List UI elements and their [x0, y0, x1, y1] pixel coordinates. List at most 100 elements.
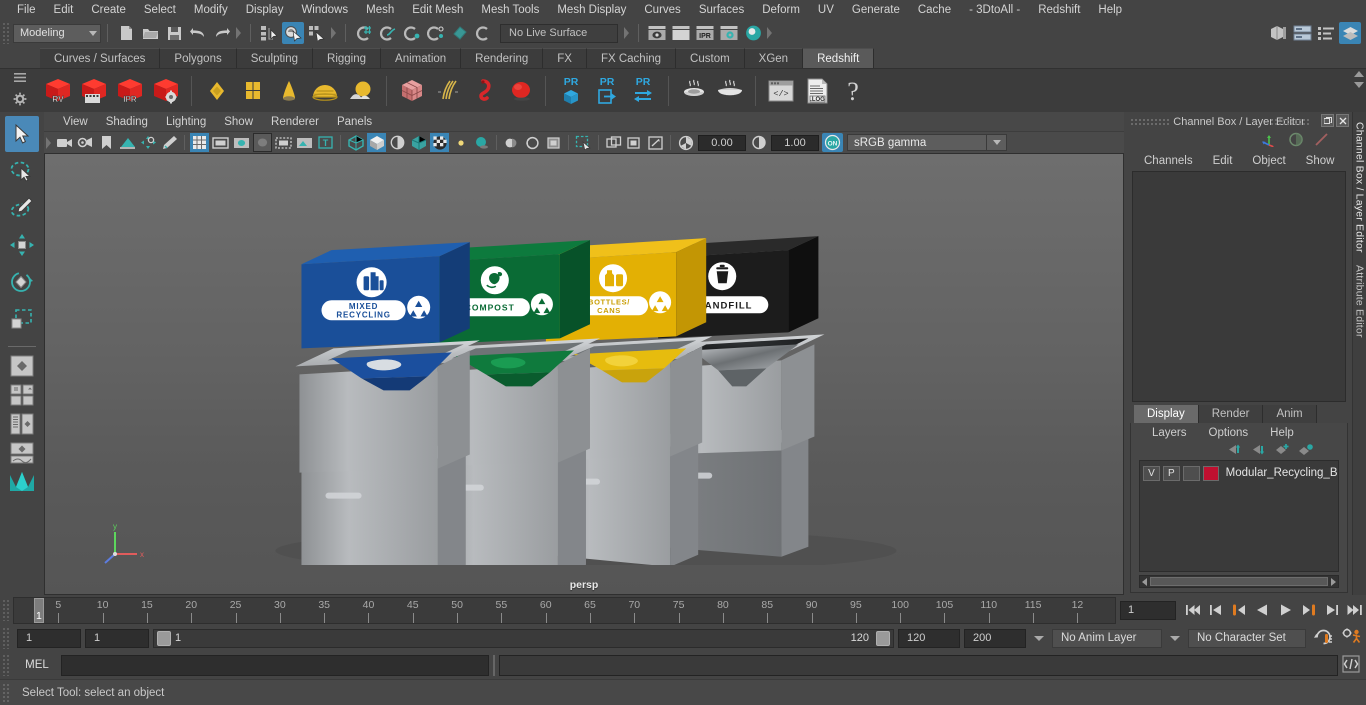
shelf-button-redshift-bake-set[interactable]	[677, 72, 711, 110]
shelf-tab-rigging[interactable]: Rigging	[313, 48, 382, 68]
scrollbar-thumb[interactable]	[1150, 577, 1328, 586]
layer-menu-layers[interactable]: Layers	[1141, 427, 1198, 439]
layer-visibility-toggle[interactable]: V	[1143, 465, 1160, 481]
scroll-down-icon[interactable]	[1354, 82, 1364, 88]
render-settings-icon[interactable]	[718, 22, 740, 44]
script-editor-icon[interactable]	[1342, 654, 1360, 676]
status-line-gripper[interactable]	[2, 22, 10, 44]
step-forward-keyframe-button[interactable]	[1320, 599, 1343, 621]
shelf-tab-curves-surfaces[interactable]: Curves / Surfaces	[40, 48, 161, 68]
screen-space-ao-icon[interactable]	[472, 133, 491, 152]
shelf-scroll-arrows[interactable]	[1354, 71, 1364, 88]
layer-list-horizontal-scrollbar[interactable]	[1139, 575, 1339, 588]
scroll-right-icon[interactable]	[1331, 577, 1336, 586]
shelf-tab-fx[interactable]: FX	[543, 48, 587, 68]
collapse-section-arrow[interactable]	[44, 134, 54, 152]
menu-help[interactable]: Help	[1089, 2, 1131, 18]
menu-display[interactable]: Display	[237, 2, 293, 18]
color-management-toggle-icon[interactable]: ON	[822, 133, 843, 152]
shelf-button-redshift-ipr-render[interactable]: IPR	[113, 72, 147, 110]
chevron-down-icon[interactable]	[1034, 635, 1044, 641]
shelf-button-redshift-render-sequence[interactable]	[77, 72, 111, 110]
command-language-label[interactable]: MEL	[13, 659, 61, 671]
range-slider-gripper[interactable]	[2, 627, 10, 649]
render-current-frame-icon[interactable]	[670, 22, 692, 44]
shelf-button-redshift-environment[interactable]	[344, 72, 378, 110]
wireframe-icon[interactable]	[346, 133, 365, 152]
step-back-keyframe-button[interactable]	[1205, 599, 1228, 621]
layer-tab-render[interactable]: Render	[1198, 405, 1264, 423]
color-management-dropdown-arrow[interactable]	[987, 134, 1007, 151]
menu-modify[interactable]: Modify	[185, 2, 237, 18]
shelf-button-redshift-dome-light[interactable]	[308, 72, 342, 110]
make-live-icon[interactable]	[473, 22, 495, 44]
play-backwards-button[interactable]	[1251, 599, 1274, 621]
select-by-object-icon[interactable]	[282, 22, 304, 44]
persp-graph-layout[interactable]	[5, 440, 39, 466]
menu-uv[interactable]: UV	[809, 2, 843, 18]
color-management-select[interactable]: sRGB gamma	[847, 134, 987, 151]
shelf-button-redshift-sphere[interactable]	[503, 72, 537, 110]
shelf-button-redshift-hair[interactable]	[431, 72, 465, 110]
shaded-wireframe-icon[interactable]	[388, 133, 407, 152]
shelf-button-redshift-bake-all[interactable]	[713, 72, 747, 110]
motion-blur-icon[interactable]	[502, 133, 521, 152]
shelf-button-redshift-render-settings[interactable]	[149, 72, 183, 110]
menu-set-selector[interactable]: Modeling	[13, 23, 101, 43]
menu-cache[interactable]: Cache	[909, 2, 960, 18]
animation-start-time-field[interactable]: 1	[17, 628, 81, 648]
viewport-menu-lighting[interactable]: Lighting	[157, 115, 215, 129]
viewport-menu-panels[interactable]: Panels	[328, 115, 381, 129]
command-line-gripper[interactable]	[2, 654, 10, 676]
shelf-tab-animation[interactable]: Animation	[381, 48, 462, 68]
snap-to-projected-center-icon[interactable]	[425, 22, 447, 44]
viewport-menu-view[interactable]: View	[54, 115, 97, 129]
range-start-time-field[interactable]: 1	[85, 628, 149, 648]
step-back-frame-button[interactable]	[1228, 599, 1251, 621]
range-end-time-field[interactable]: 120	[898, 628, 960, 648]
duplicate-view-icon[interactable]	[604, 133, 623, 152]
undo-icon[interactable]	[187, 22, 209, 44]
text-overlay-icon[interactable]: T	[316, 133, 335, 152]
shadows-icon[interactable]	[451, 133, 470, 152]
menu-edit-mesh[interactable]: Edit Mesh	[403, 2, 472, 18]
time-slider[interactable]: 1 5 10 15 20 25 30 35 40 45 50 55 60 65 70 75 80 85 90 95 1…	[13, 596, 1116, 624]
shelf-button-redshift-log[interactable]: .LOG	[800, 72, 834, 110]
shelf-button-redshift-light-cone[interactable]	[272, 72, 306, 110]
move-layer-down-icon[interactable]	[1250, 443, 1265, 459]
shelf-tab-xgen[interactable]: XGen	[744, 48, 804, 68]
layer-tab-display[interactable]: Display	[1134, 405, 1199, 423]
shelf-tab-sculpting[interactable]: Sculpting	[236, 48, 314, 68]
shelf-tab-custom[interactable]: Custom	[676, 48, 745, 68]
shelf-tab-rendering[interactable]: Rendering	[461, 48, 544, 68]
go-to-start-button[interactable]	[1182, 599, 1205, 621]
menu-select[interactable]: Select	[135, 2, 185, 18]
smooth-shade-icon[interactable]	[367, 133, 386, 152]
scale-tool[interactable]	[5, 301, 39, 337]
command-output[interactable]	[499, 654, 1338, 676]
shelf-button-redshift-help[interactable]: ?	[836, 72, 870, 110]
current-frame-field[interactable]: 1	[1120, 600, 1176, 620]
channel-box-menu-edit[interactable]: Edit	[1203, 155, 1243, 167]
grab-viewport-icon[interactable]	[646, 133, 665, 152]
channel-box-menu-show[interactable]: Show	[1296, 155, 1345, 167]
shelf-button-redshift-script-editor[interactable]: </>	[764, 72, 798, 110]
film-origin-icon[interactable]	[274, 133, 293, 152]
range-end-handle[interactable]	[876, 630, 890, 646]
outliner-persp-layout[interactable]	[5, 411, 39, 437]
lasso-select-tool[interactable]	[5, 153, 39, 189]
move-tool[interactable]	[5, 227, 39, 263]
menu-create[interactable]: Create	[82, 2, 135, 18]
move-layer-up-icon[interactable]	[1226, 443, 1241, 459]
shelf-button-redshift-volume[interactable]	[467, 72, 501, 110]
viewport-menu-renderer[interactable]: Renderer	[262, 115, 328, 129]
render-channels-icon[interactable]	[1288, 132, 1304, 150]
shelf-button-redshift-render-view[interactable]: RV	[41, 72, 75, 110]
select-camera-icon[interactable]	[55, 133, 74, 152]
menu-3dtoall[interactable]: - 3DtoAll -	[960, 2, 1029, 18]
input-channels-icon[interactable]	[1314, 132, 1330, 150]
scroll-up-icon[interactable]	[1354, 71, 1364, 77]
ipr-render-icon[interactable]: IPR	[694, 22, 716, 44]
shelf-tab-polygons[interactable]: Polygons	[160, 48, 237, 68]
anim-layer-select[interactable]: No Anim Layer	[1052, 628, 1162, 648]
